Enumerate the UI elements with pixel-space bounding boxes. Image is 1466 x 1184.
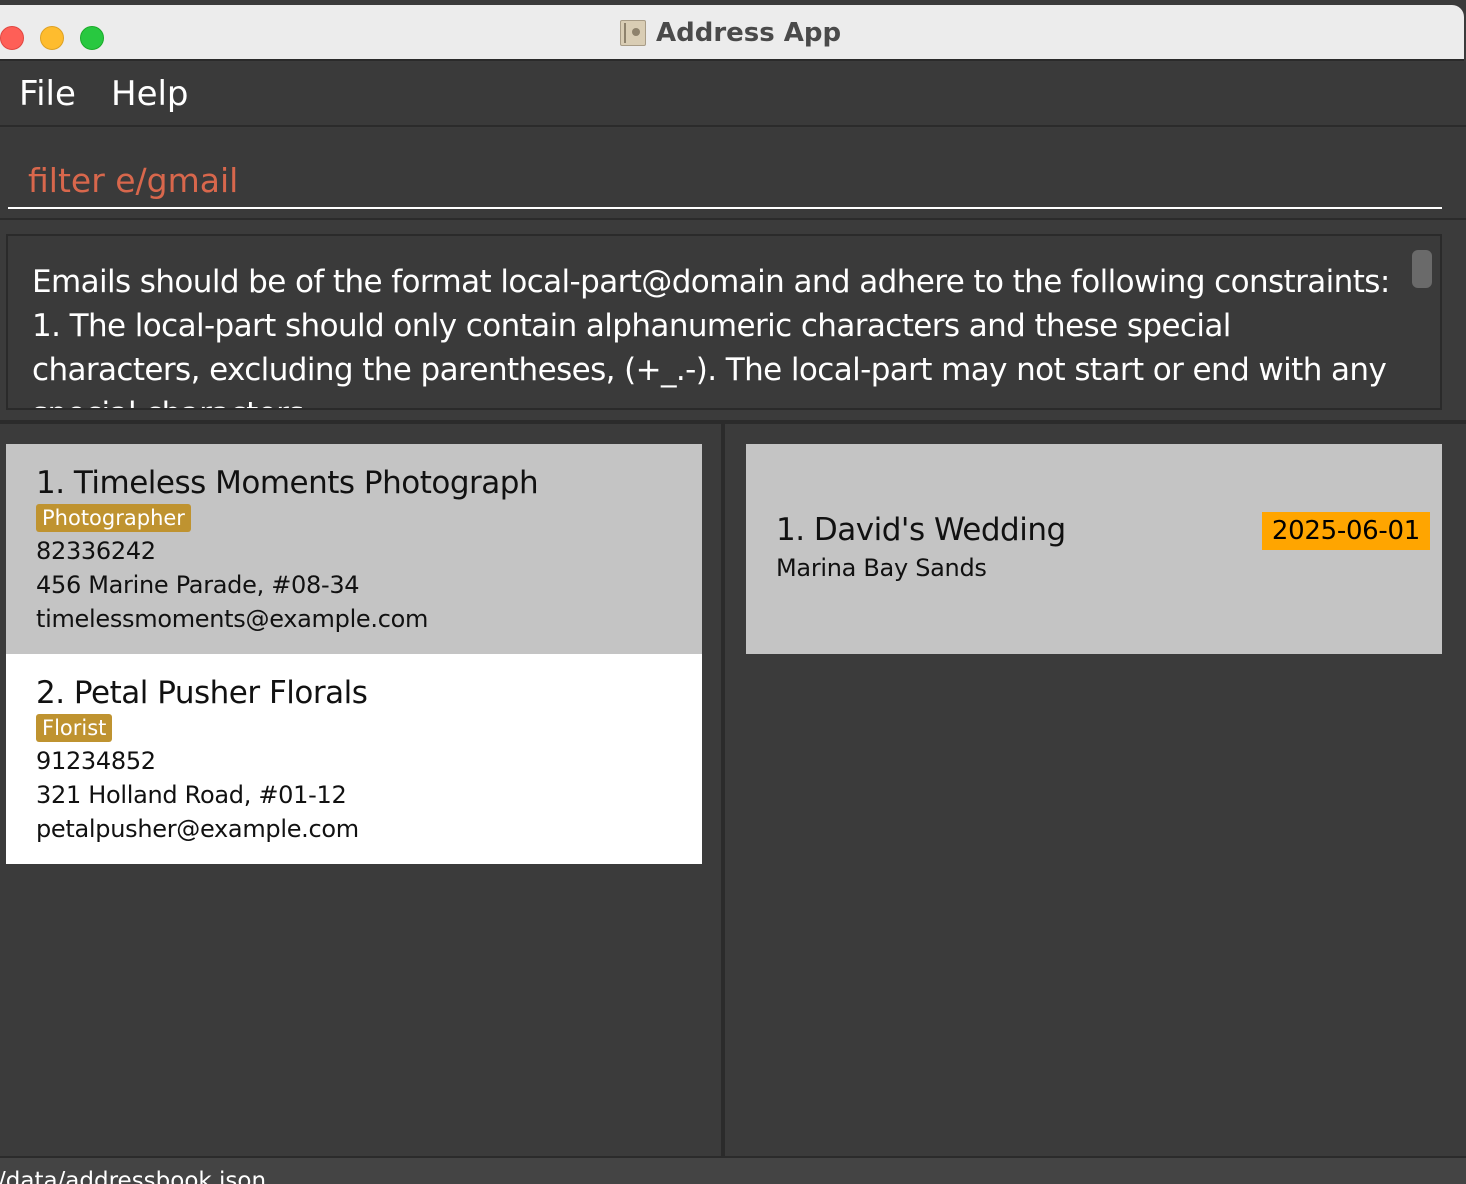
person-email: petalpusher@example.com [36, 815, 359, 843]
person-phone: 91234852 [36, 747, 156, 775]
person-card[interactable]: 1. Timeless Moments Photograph Photograp… [6, 444, 702, 654]
event-name: 1. David's Wedding [776, 512, 1066, 548]
maximize-window-button[interactable] [80, 26, 104, 50]
status-bar: /data/addressbook.json [0, 1156, 1466, 1184]
result-display: Emails should be of the format local-par… [6, 234, 1442, 410]
save-location: /data/addressbook.json [0, 1168, 267, 1184]
person-card[interactable]: 2. Petal Pusher Florals Florist 91234852… [6, 654, 702, 864]
menu-bar: File Help [0, 62, 1466, 127]
person-list: 1. Timeless Moments Photograph Photograp… [6, 444, 702, 864]
person-tag: Photographer [36, 504, 191, 532]
command-input[interactable] [8, 128, 1442, 209]
menu-file[interactable]: File [19, 74, 76, 114]
title-bar: Address App [0, 5, 1464, 61]
command-box [0, 128, 1466, 220]
person-tag: Florist [36, 714, 113, 742]
panel-divider-vertical[interactable] [721, 424, 725, 1156]
person-email: timelessmoments@example.com [36, 605, 429, 633]
result-message: Emails should be of the format local-par… [32, 264, 1390, 408]
menu-help[interactable]: Help [111, 74, 189, 114]
result-scrollbar-thumb[interactable] [1412, 250, 1432, 288]
event-date-badge: 2025-06-01 [1261, 512, 1430, 550]
person-address: 321 Holland Road, #01-12 [36, 781, 347, 809]
address-book-icon [620, 20, 646, 46]
person-name: 1. Timeless Moments Photograph [36, 465, 539, 501]
minimize-window-button[interactable] [40, 26, 64, 50]
close-window-button[interactable] [0, 26, 24, 50]
person-address: 456 Marine Parade, #08-34 [36, 571, 360, 599]
panel-divider-horizontal [0, 420, 1466, 424]
event-list: 1. David's Wedding Marina Bay Sands 2025… [746, 444, 1442, 654]
person-name: 2. Petal Pusher Florals [36, 675, 368, 711]
window-title: Address App [656, 18, 842, 48]
event-card[interactable]: 1. David's Wedding Marina Bay Sands 2025… [746, 444, 1442, 654]
event-location: Marina Bay Sands [776, 554, 987, 582]
person-phone: 82336242 [36, 537, 156, 565]
